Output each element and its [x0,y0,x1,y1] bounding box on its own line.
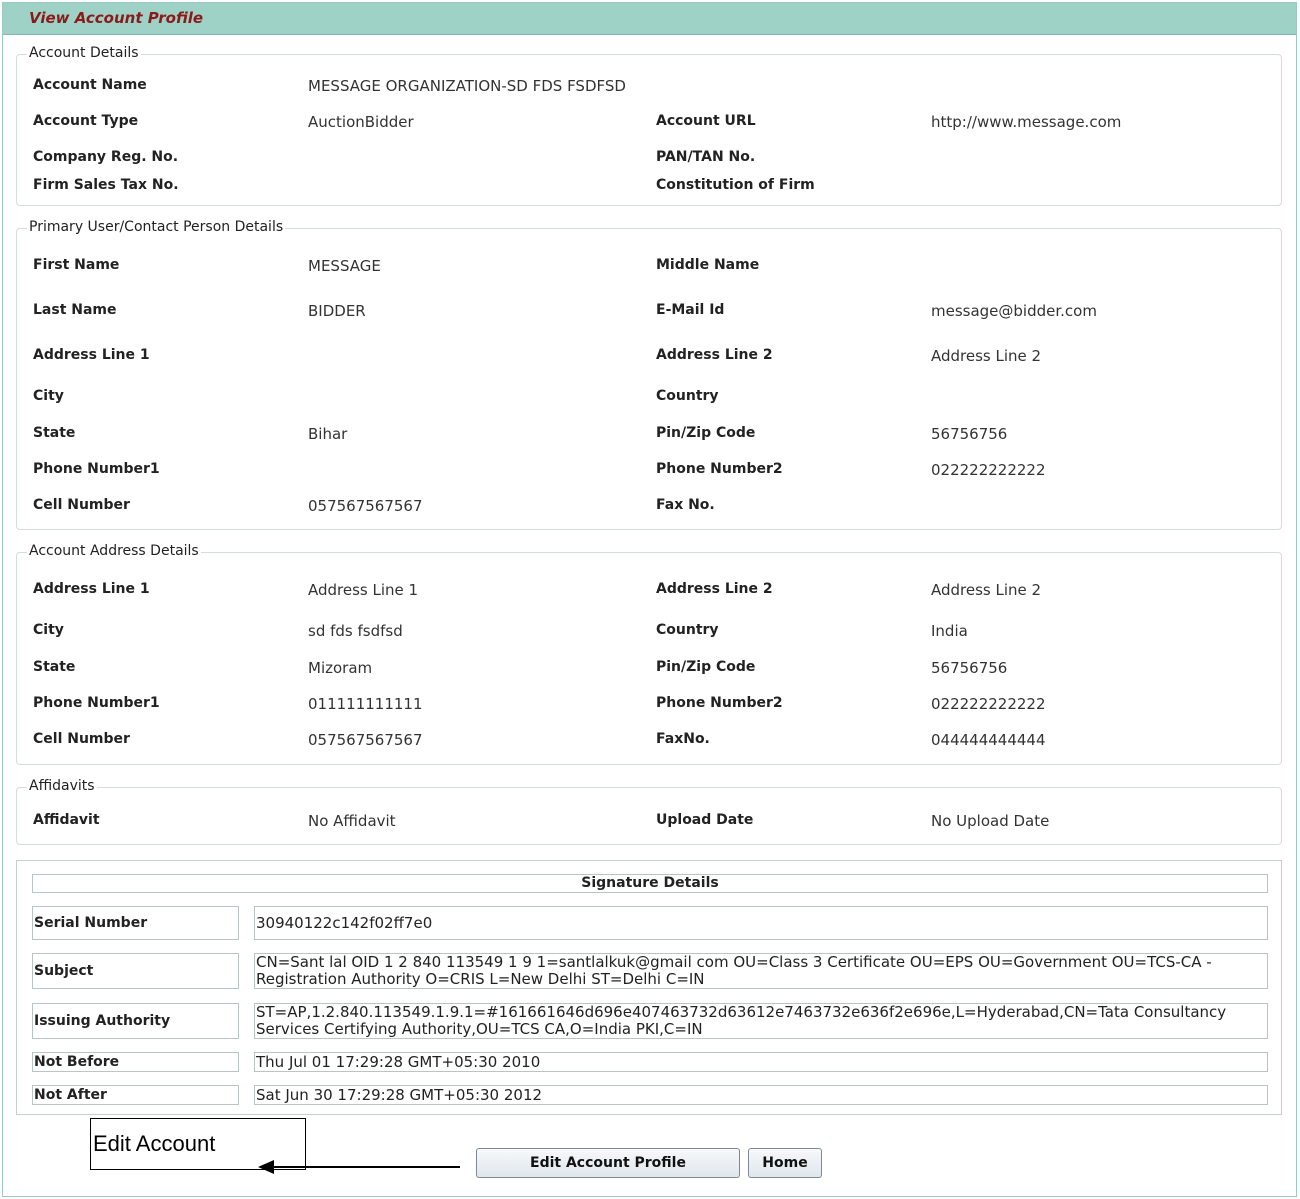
signature-details-title: Signature Details [32,874,1268,893]
phone1-label: Phone Number1 [33,461,160,477]
address2-label: Address Line 2 [656,581,773,597]
fax-label: FaxNo. [656,731,710,747]
not-before-label: Not Before [32,1052,239,1072]
account-url-label: Account URL [656,113,756,129]
subject-value: CN=Sant lal OID 1 2 840 113549 1 9 1=san… [254,953,1268,989]
callout-arrow-icon [258,1160,274,1174]
last-name-label: Last Name [33,302,117,318]
account-name-value: MESSAGE ORGANIZATION-SD FDS FSDFSD [308,77,626,95]
company-reg-label: Company Reg. No. [33,149,179,165]
phone1-label: Phone Number1 [33,695,160,711]
pin-label: Pin/Zip Code [656,425,756,441]
primary-contact-section: Primary User/Contact Person Details Firs… [16,219,1282,530]
constitution-label: Constitution of Firm [656,177,815,193]
account-name-label: Account Name [33,77,147,93]
address1-label: Address Line 1 [33,581,150,597]
address1-label: Address Line 1 [33,347,150,363]
serial-number-label: Serial Number [32,906,239,940]
last-name-value: BIDDER [308,302,366,320]
pan-tan-label: PAN/TAN No. [656,149,756,165]
middle-name-label: Middle Name [656,257,760,273]
address2-value: Address Line 2 [931,581,1042,599]
address1-value: Address Line 1 [308,581,419,599]
cell-label: Cell Number [33,731,130,747]
phone2-label: Phone Number2 [656,695,783,711]
phone2-value: 022222222222 [931,695,1046,713]
cell-value: 057567567567 [308,731,423,749]
country-value: India [931,622,968,640]
address2-value: Address Line 2 [931,347,1042,365]
state-label: State [33,425,76,441]
city-label: City [33,622,64,638]
pin-label: Pin/Zip Code [656,659,756,675]
subject-label: Subject [32,953,239,989]
cell-label: Cell Number [33,497,130,513]
serial-number-value: 30940122c142f02ff7e0 [254,906,1268,940]
callout-arrow-line [270,1166,460,1168]
affidavits-section: Affidavits Affidavit No Affidavit Upload… [16,778,1282,845]
email-label: E-Mail Id [656,302,725,318]
fax-label: Fax No. [656,497,715,513]
state-value: Mizoram [308,659,373,677]
country-label: Country [656,388,719,404]
section-legend: Account Details [27,45,141,61]
account-url-value: http://www.message.com [931,113,1122,131]
home-button[interactable]: Home [748,1148,822,1178]
not-after-value: Sat Jun 30 17:29:28 GMT+05:30 2012 [254,1085,1268,1105]
firm-sales-tax-label: Firm Sales Tax No. [33,177,179,193]
upload-date-value: No Upload Date [931,812,1050,830]
account-type-label: Account Type [33,113,139,129]
pin-value: 56756756 [931,425,1008,443]
state-value: Bihar [308,425,348,443]
address2-label: Address Line 2 [656,347,773,363]
city-value: sd fds fsdfsd [308,622,403,640]
account-details-section: Account Details Account Name MESSAGE ORG… [16,45,1282,206]
section-legend: Account Address Details [27,543,201,559]
phone2-value: 022222222222 [931,461,1046,479]
fax-value: 044444444444 [931,731,1046,749]
affidavit-label: Affidavit [33,812,100,828]
affidavit-value: No Affidavit [308,812,396,830]
signature-details-table: Signature Details Serial Number 30940122… [16,860,1282,1115]
page-title: View Account Profile [3,3,1296,35]
account-address-section: Account Address Details Address Line 1 A… [16,543,1282,765]
cell-value: 057567567567 [308,497,423,515]
city-label: City [33,388,64,404]
phone2-label: Phone Number2 [656,461,783,477]
issuing-authority-value: ST=AP,1.2.840.113549.1.9.1=#161661646d69… [254,1003,1268,1039]
email-value: message@bidder.com [931,302,1097,320]
first-name-label: First Name [33,257,120,273]
section-legend: Affidavits [27,778,97,794]
first-name-value: MESSAGE [308,257,381,275]
state-label: State [33,659,76,675]
not-before-value: Thu Jul 01 17:29:28 GMT+05:30 2010 [254,1052,1268,1072]
issuing-authority-label: Issuing Authority [32,1003,239,1039]
upload-date-label: Upload Date [656,812,754,828]
pin-value: 56756756 [931,659,1008,677]
account-type-value: AuctionBidder [308,113,414,131]
country-label: Country [656,622,719,638]
not-after-label: Not After [32,1085,239,1105]
edit-account-profile-button[interactable]: Edit Account Profile [476,1148,740,1178]
section-legend: Primary User/Contact Person Details [27,219,286,235]
phone1-value: 011111111111 [308,695,423,713]
